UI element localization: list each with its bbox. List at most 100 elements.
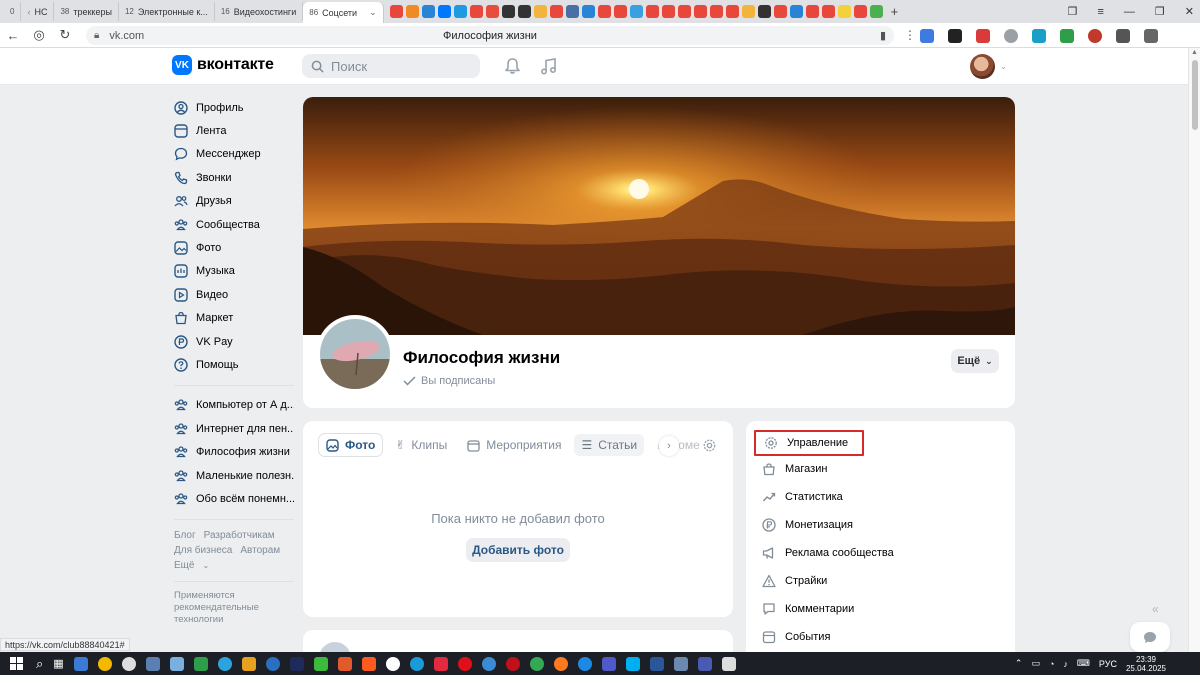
pinned-tab-icon[interactable]	[613, 5, 627, 18]
taskbar-app-icon[interactable]	[385, 656, 400, 671]
pinned-tab-icon[interactable]	[581, 5, 595, 18]
taskbar-app-icon[interactable]	[241, 656, 256, 671]
chevron-down-icon[interactable]: ⌄	[1000, 62, 1007, 71]
nav-item[interactable]: Друзья	[174, 190, 294, 213]
scroll-up-icon[interactable]: ▲	[1191, 49, 1198, 56]
pinned-tab-icon[interactable]	[661, 5, 675, 18]
bookmark-icon[interactable]: ▮	[880, 29, 886, 42]
group-more-button[interactable]: Ещё ⌄	[951, 349, 999, 373]
keyboard-icon[interactable]: ⌨	[1077, 658, 1090, 669]
pinned-tab-icon[interactable]	[533, 5, 547, 18]
nav-item[interactable]: Мессенджер	[174, 143, 294, 166]
taskbar-app-icon[interactable]	[649, 656, 664, 671]
taskbar-app-icon[interactable]	[601, 656, 616, 671]
pinned-tab-icon[interactable]	[421, 5, 435, 18]
management-item[interactable]: Комментарии	[762, 598, 854, 620]
tab-manager-icon[interactable]: ❐	[1068, 5, 1078, 18]
management-item[interactable]: События	[762, 626, 830, 648]
nav-item[interactable]: Фото	[174, 236, 294, 259]
browser-tab-active[interactable]: 86 Соцсети ⌄	[303, 2, 384, 23]
nav-group-item[interactable]: Философия жизни	[174, 440, 294, 463]
close-window-icon[interactable]: ✕	[1185, 5, 1194, 18]
footer-link-authors[interactable]: Авторам	[240, 545, 280, 556]
taskbar-app-icon[interactable]	[145, 656, 160, 671]
management-item[interactable]: Управление	[754, 430, 864, 456]
taskbar-app-icon[interactable]	[577, 656, 592, 671]
tab-clips[interactable]: ✌︎ Клипы	[388, 434, 454, 456]
browser-tab[interactable]: 16 Видеохостинги	[215, 2, 304, 21]
pinned-tab-icon[interactable]	[741, 5, 755, 18]
recommendation-note[interactable]: Применяются рекомендательные технологии	[174, 590, 294, 626]
management-item[interactable]: Монетизация	[762, 514, 853, 536]
pinned-tab-icon[interactable]	[501, 5, 515, 18]
security-icon[interactable]: ◎	[26, 27, 52, 43]
nav-item[interactable]: VK Pay	[174, 330, 294, 353]
nav-group-item[interactable]: Маленькие полезн...	[174, 464, 294, 487]
taskbar-app-icon[interactable]	[121, 656, 136, 671]
pinned-tab-icon[interactable]	[645, 5, 659, 18]
pinned-tab-icon[interactable]	[597, 5, 611, 18]
clock[interactable]: 23:39 25.04.2025	[1126, 655, 1166, 673]
pinned-tab-icon[interactable]	[437, 5, 451, 18]
vk-logo[interactable]: VK вконтакте	[172, 55, 274, 75]
taskbar-app-icon[interactable]	[529, 656, 544, 671]
pinned-tab-icon[interactable]	[469, 5, 483, 18]
extension-icon[interactable]	[920, 28, 934, 43]
management-item[interactable]: Магазин	[762, 458, 827, 480]
taskbar-app-icon[interactable]	[721, 656, 736, 671]
pinned-tab-icon[interactable]	[453, 5, 467, 18]
management-item[interactable]: Страйки	[762, 570, 827, 592]
management-item[interactable]: Статистика	[762, 486, 843, 508]
pinned-tab-icon[interactable]	[485, 5, 499, 18]
pinned-tab-icon[interactable]	[725, 5, 739, 18]
new-tab-icon[interactable]: +	[891, 4, 899, 19]
pinned-tab-icon[interactable]	[789, 5, 803, 18]
back-icon[interactable]: ←	[0, 28, 26, 43]
taskbar-app-icon[interactable]	[265, 656, 280, 671]
taskbar-app-icon[interactable]	[457, 656, 472, 671]
taskbar-app-icon[interactable]	[481, 656, 496, 671]
pinned-tab-icon[interactable]	[677, 5, 691, 18]
pinned-tab-icon[interactable]	[405, 5, 419, 18]
pinned-tab-icon[interactable]	[517, 5, 531, 18]
wifi-icon[interactable]: ◔	[1049, 659, 1054, 669]
pinned-tab-icon[interactable]	[869, 5, 883, 18]
tabs-settings-icon[interactable]	[702, 438, 717, 453]
nav-group-item[interactable]: Интернет для пен...	[174, 417, 294, 440]
pinned-tab-icon[interactable]	[709, 5, 723, 18]
pinned-tab-icon[interactable]	[837, 5, 851, 18]
taskbar-app-icon[interactable]	[361, 656, 376, 671]
pinned-tab-icon[interactable]	[549, 5, 563, 18]
tab-photos[interactable]: Фото	[319, 434, 383, 456]
add-photo-button[interactable]: Добавить фото	[466, 538, 570, 562]
reload-icon[interactable]: ↻	[52, 27, 78, 43]
extension-icon[interactable]	[1060, 28, 1074, 43]
search-input[interactable]	[331, 58, 471, 74]
page-scrollbar[interactable]: ▲	[1188, 48, 1200, 652]
network-icon[interactable]: ▭	[1031, 658, 1040, 669]
taskbar-app-icon[interactable]	[289, 656, 304, 671]
nav-group-item[interactable]: Обо всём понемн...	[174, 487, 294, 510]
taskbar-app-icon[interactable]	[553, 656, 568, 671]
language-indicator[interactable]: РУС	[1099, 659, 1117, 669]
nav-item[interactable]: Маркет	[174, 307, 294, 330]
taskbar-app-icon[interactable]	[625, 656, 640, 671]
tab-dropdown-icon[interactable]: ⌄	[369, 7, 377, 18]
pinned-tab-icon[interactable]	[693, 5, 707, 18]
taskbar-app-icon[interactable]	[193, 656, 208, 671]
tab-events[interactable]: Мероприятия	[460, 434, 568, 456]
extension-icon[interactable]	[1088, 28, 1102, 43]
footer-link-business[interactable]: Для бизнеса	[174, 545, 232, 556]
minimize-icon[interactable]: —	[1124, 6, 1135, 18]
extension-icon[interactable]	[976, 28, 990, 43]
nav-item[interactable]: Музыка	[174, 260, 294, 283]
footer-link-developers[interactable]: Разработчикам	[204, 530, 275, 541]
taskbar-app-icon[interactable]	[313, 656, 328, 671]
group-avatar[interactable]	[316, 315, 394, 393]
pinned-tab-icon[interactable]	[821, 5, 835, 18]
taskbar-app-icon[interactable]	[97, 656, 112, 671]
volume-icon[interactable]: ♪	[1063, 659, 1068, 669]
subscription-status[interactable]: Вы подписаны	[403, 375, 495, 387]
nav-item[interactable]: Звонки	[174, 166, 294, 189]
pinned-tab-icon[interactable]	[389, 5, 403, 18]
